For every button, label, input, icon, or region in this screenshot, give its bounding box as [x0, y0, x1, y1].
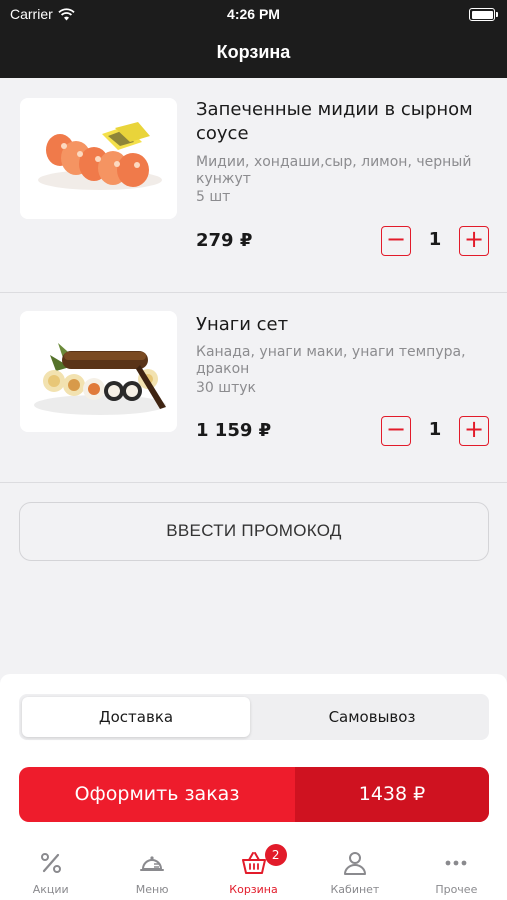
- quantity-value: 1: [428, 229, 442, 250]
- navigation-bar: Корзина: [0, 30, 507, 78]
- percent-icon: [38, 850, 64, 876]
- battery-icon: [469, 8, 498, 21]
- segment-delivery[interactable]: Доставка: [22, 697, 250, 737]
- item-name: Унаги сет: [196, 314, 289, 335]
- decrease-quantity-button[interactable]: −: [381, 416, 411, 446]
- menu-cloche-icon: [139, 850, 165, 876]
- cart-count-badge: 2: [264, 844, 287, 866]
- more-dots-icon: [443, 850, 469, 876]
- segment-pickup[interactable]: Самовывоз: [258, 697, 486, 737]
- status-bar: Carrier 4:26 PM: [0, 0, 507, 30]
- enter-promo-code-button[interactable]: ВВЕСТИ ПРОМОКОД: [19, 502, 489, 561]
- tab-label: Акции: [32, 883, 69, 896]
- tab-menu[interactable]: Меню: [101, 838, 202, 900]
- basket-icon: [241, 850, 267, 876]
- product-image-baked-mussels: [20, 98, 177, 219]
- page-title: Корзина: [216, 42, 291, 62]
- cart-item: Запеченные мидии в сырном соусе Мидии, х…: [0, 78, 507, 293]
- tab-promotions[interactable]: Акции: [0, 838, 101, 900]
- cart-item: Унаги сет Канада, унаги маки, унаги темп…: [0, 293, 507, 483]
- item-price: 279 ₽: [196, 230, 253, 251]
- item-portion: 30 штук: [196, 380, 256, 396]
- tab-cart[interactable]: 2 Корзина: [203, 838, 304, 900]
- decrease-quantity-button[interactable]: −: [381, 226, 411, 256]
- item-portion: 5 шт: [196, 189, 231, 205]
- tab-label: Прочее: [435, 883, 478, 896]
- item-price: 1 159 ₽: [196, 420, 272, 441]
- place-order-button[interactable]: Оформить заказ 1438 ₽: [19, 767, 489, 822]
- status-time: 4:26 PM: [227, 6, 280, 22]
- tab-bar: Акции Меню 2 Корзина Кабинет Прочее: [0, 838, 507, 900]
- tab-label: Меню: [135, 883, 169, 896]
- place-order-label: Оформить заказ: [74, 783, 240, 805]
- order-total: 1438 ₽: [295, 767, 489, 822]
- person-icon: [342, 850, 368, 876]
- delivery-method-toggle: Доставка Самовывоз: [19, 694, 489, 740]
- tab-label: Кабинет: [330, 883, 380, 896]
- increase-quantity-button[interactable]: +: [459, 416, 489, 446]
- tab-label: Корзина: [229, 883, 278, 896]
- item-name: Запеченные мидии в сырном соусе: [196, 99, 473, 144]
- increase-quantity-button[interactable]: +: [459, 226, 489, 256]
- quantity-value: 1: [428, 419, 442, 440]
- item-description: Мидии, хондаши,сыр, лимон, черный кунжут: [196, 154, 472, 187]
- tab-account[interactable]: Кабинет: [304, 838, 405, 900]
- product-image-unagi-set: [20, 311, 177, 432]
- tab-more[interactable]: Прочее: [406, 838, 507, 900]
- item-description: Канада, унаги маки, унаги темпура, драко…: [196, 344, 466, 377]
